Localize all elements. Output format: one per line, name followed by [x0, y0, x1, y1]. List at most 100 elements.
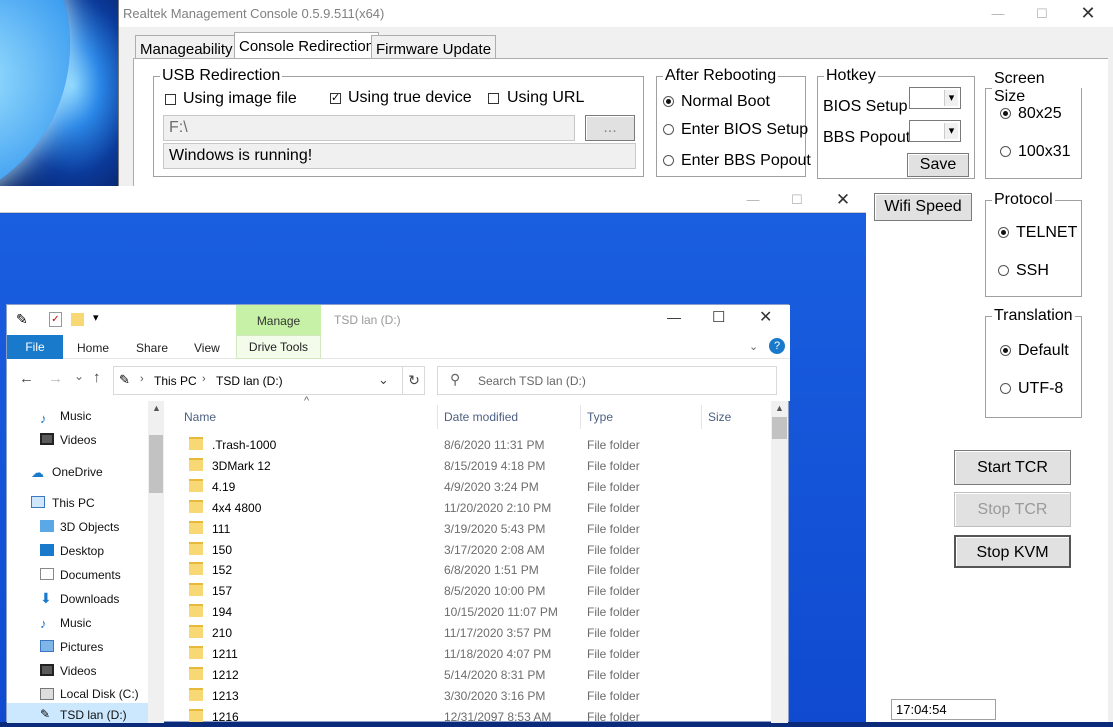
stop-tcr-button[interactable]: Stop TCR	[954, 492, 1071, 527]
scroll-up-icon[interactable]: ▲	[152, 403, 161, 413]
sidebar-item-videos[interactable]: Videos	[60, 433, 96, 447]
url-checkbox[interactable]	[488, 93, 499, 104]
up-icon[interactable]: ↑	[93, 369, 101, 386]
help-icon[interactable]: ?	[769, 338, 785, 354]
file-list-scrollbar[interactable]: ▲	[771, 401, 788, 723]
bbs-hotkey-combo[interactable]	[909, 120, 961, 142]
breadcrumb-drive[interactable]: TSD lan (D:)	[216, 374, 283, 388]
tab-home[interactable]: Home	[77, 341, 109, 355]
file-date: 6/8/2020 1:51 PM	[444, 563, 539, 578]
minimize-icon[interactable]: —	[667, 309, 681, 325]
table-row[interactable]: 152 6/8/2020 1:51 PM File folder	[167, 559, 771, 580]
sidebar-item-documents[interactable]: Documents	[60, 568, 121, 582]
manage-tab[interactable]: Manage	[236, 305, 321, 335]
table-row[interactable]: 1213 3/30/2020 3:16 PM File folder	[167, 685, 771, 706]
forward-icon[interactable]: →	[48, 370, 63, 387]
maximize-icon[interactable]: ☐	[712, 308, 725, 326]
tab-file[interactable]: File	[7, 335, 63, 359]
back-icon[interactable]: ←	[19, 370, 34, 387]
search-box[interactable]: ⚲ Search TSD lan (D:)	[437, 366, 777, 395]
sidebar-item-pictures[interactable]: Pictures	[60, 640, 103, 654]
table-row[interactable]: 4x4 4800 11/20/2020 2:10 PM File folder	[167, 497, 771, 518]
chevron-down-icon[interactable]: ⌄	[378, 372, 389, 388]
table-row[interactable]: 4.19 4/9/2020 3:24 PM File folder	[167, 476, 771, 497]
tab-drive-tools[interactable]: Drive Tools	[236, 335, 321, 359]
maximize-icon[interactable]: ☐	[1019, 0, 1065, 27]
column-type[interactable]: Type	[587, 410, 613, 424]
bbs-popout-radio[interactable]	[663, 155, 674, 166]
table-row[interactable]: 3DMark 12 8/15/2019 4:18 PM File folder	[167, 455, 771, 476]
column-name[interactable]: Name	[184, 410, 216, 424]
start-tcr-button[interactable]: Start TCR	[954, 450, 1071, 485]
size-80x25-radio[interactable]	[1000, 108, 1011, 119]
ssh-radio[interactable]	[998, 265, 1009, 276]
image-file-checkbox[interactable]	[165, 94, 176, 105]
sidebar-item-desktop[interactable]: Desktop	[60, 544, 104, 558]
bios-setup-radio[interactable]	[663, 124, 674, 135]
table-row[interactable]: 150 3/17/2020 2:08 AM File folder	[167, 539, 771, 560]
telnet-radio[interactable]	[998, 227, 1009, 238]
sidebar-item-music-2[interactable]: Music	[60, 616, 91, 630]
size-100x31-radio[interactable]	[1000, 146, 1011, 157]
new-folder-icon[interactable]	[71, 313, 84, 326]
qa-dropdown-icon[interactable]: ▾	[93, 311, 99, 324]
true-device-checkbox[interactable]: ✓	[330, 93, 341, 104]
maximize-icon[interactable]: ☐	[774, 186, 820, 213]
3d-objects-icon	[40, 520, 54, 532]
close-icon[interactable]: ✕	[820, 186, 866, 213]
column-size[interactable]: Size	[708, 410, 731, 424]
properties-icon[interactable]: ✓	[49, 312, 62, 327]
sidebar-item-tsd-lan[interactable]: TSD lan (D:)	[60, 708, 127, 722]
scroll-up-icon[interactable]: ▲	[775, 403, 784, 413]
table-row[interactable]: 194 10/15/2020 11:07 PM File folder	[167, 601, 771, 622]
recent-dropdown-icon[interactable]: ⌄	[74, 369, 84, 383]
address-bar[interactable]: ✎ › This PC › TSD lan (D:) ⌄ ↻	[113, 366, 425, 395]
table-row[interactable]: 210 11/17/2020 3:57 PM File folder	[167, 622, 771, 643]
sidebar-item-3d-objects[interactable]: 3D Objects	[60, 520, 119, 534]
sidebar-item-this-pc[interactable]: This PC	[52, 496, 95, 510]
sidebar-item-downloads[interactable]: Downloads	[60, 592, 119, 606]
table-row[interactable]: 157 8/5/2020 10:00 PM File folder	[167, 580, 771, 601]
close-icon[interactable]: ✕	[759, 307, 772, 327]
save-button[interactable]: Save	[907, 153, 969, 177]
minimize-icon[interactable]: —	[975, 0, 1021, 27]
table-row[interactable]: .Trash-1000 8/6/2020 11:31 PM File folder	[167, 434, 771, 455]
wifi-speed-button[interactable]: Wifi Speed	[874, 193, 972, 221]
column-divider	[701, 405, 702, 429]
folder-icon	[189, 520, 203, 534]
path-input[interactable]: F:\	[163, 115, 575, 141]
browse-button[interactable]: ...	[585, 115, 635, 141]
sidebar-item-onedrive[interactable]: OneDrive	[52, 465, 103, 479]
stop-kvm-button[interactable]: Stop KVM	[954, 535, 1071, 568]
tab-view[interactable]: View	[194, 341, 220, 355]
column-date-modified[interactable]: Date modified	[444, 410, 518, 424]
utf8-radio[interactable]	[1000, 383, 1011, 394]
ssh-label: SSH	[1016, 262, 1049, 279]
default-radio[interactable]	[1000, 345, 1011, 356]
tab-share[interactable]: Share	[136, 341, 168, 355]
close-icon[interactable]: ✕	[1065, 0, 1111, 27]
expand-ribbon-icon[interactable]: ⌄	[749, 340, 758, 353]
table-row[interactable]: 1211 11/18/2020 4:07 PM File folder	[167, 643, 771, 664]
refresh-icon[interactable]: ↻	[402, 367, 425, 394]
sidebar-item-music[interactable]: Music	[60, 409, 91, 423]
navigation-pane: ♪ Music Videos ☁ OneDrive This PC 3D Obj…	[7, 401, 148, 723]
wallpaper-planet	[0, 0, 70, 190]
bios-hotkey-combo[interactable]	[909, 87, 961, 109]
tab-manageability[interactable]: Manageability	[135, 35, 238, 59]
file-list-scroll-thumb[interactable]	[772, 417, 787, 439]
sidebar-item-local-disk[interactable]: Local Disk (C:)	[60, 687, 139, 701]
sidebar-scrollbar[interactable]: ▲	[148, 401, 164, 723]
sidebar-item-videos-2[interactable]: Videos	[60, 664, 96, 678]
table-row[interactable]: 111 3/19/2020 5:43 PM File folder	[167, 518, 771, 539]
videos-icon	[40, 664, 54, 676]
minimize-icon[interactable]: —	[730, 186, 776, 213]
normal-boot-radio[interactable]	[663, 96, 674, 107]
tab-firmware-update[interactable]: Firmware Update	[371, 35, 497, 59]
screen-legend: Screen Size	[994, 70, 1045, 105]
table-row[interactable]: 1212 5/14/2020 8:31 PM File folder	[167, 664, 771, 685]
table-row[interactable]: 1216 12/31/2097 8:53 AM File folder	[167, 706, 771, 727]
tab-console-redirection[interactable]: Console Redirection	[234, 32, 380, 59]
sidebar-scroll-thumb[interactable]	[149, 435, 163, 493]
breadcrumb-this-pc[interactable]: This PC	[154, 374, 197, 388]
